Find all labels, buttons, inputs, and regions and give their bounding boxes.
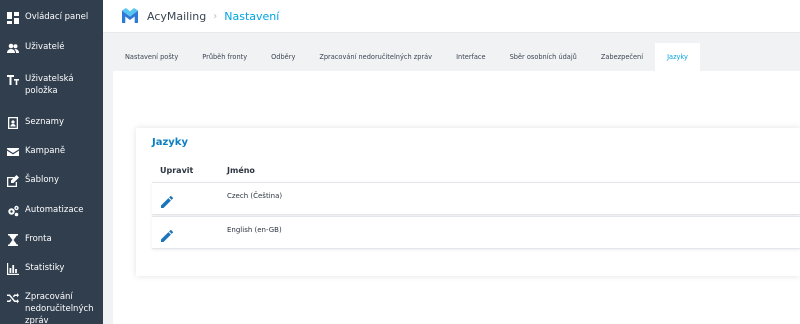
column-header-edit: Upravit [160, 166, 194, 175]
languages-card: Jazyky Upravit Jméno Czech (Čeština) Eng… [136, 128, 800, 276]
text-field-icon [6, 73, 19, 86]
top-header: AcyMailing › Nastavení [103, 0, 800, 33]
sidebar-item-lists[interactable]: Seznamy [0, 116, 103, 129]
table-row: English (en-GB) [152, 216, 800, 249]
sidebar-item-queue[interactable]: Fronta [0, 233, 103, 246]
sidebar-item-label: Kampaně [25, 146, 66, 156]
sidebar-item-custom-fields[interactable]: Uživatelská položka [0, 73, 103, 97]
sidebar-item-bounce-handling[interactable]: Zpracování nedoručitelných zpráv [0, 291, 103, 324]
column-header-name: Jméno [227, 166, 255, 175]
tab-mail-settings[interactable]: Nastavení pošty [113, 43, 190, 71]
tab-interface[interactable]: Interface [444, 43, 498, 71]
shuffle-icon [6, 291, 19, 304]
card-title: Jazyky [152, 137, 188, 148]
main-content: Jazyky Upravit Jméno Czech (Čeština) Eng… [113, 71, 800, 324]
sidebar-item-automation[interactable]: Automatizace [0, 204, 103, 217]
language-name: English (en-GB) [227, 226, 282, 234]
sidebar-item-label: Automatizace [25, 205, 84, 215]
pencil-icon[interactable] [161, 193, 174, 208]
settings-tabs: Nastavení pošty Průběh fronty Odběry Zpr… [113, 43, 800, 71]
tab-queue-process[interactable]: Průběh fronty [190, 43, 259, 71]
sidebar-item-label: Uživatelé [25, 42, 65, 52]
sidebar-item-label: Statistiky [25, 263, 65, 273]
tab-bounce-handling[interactable]: Zpracování nedoručitelných zpráv [307, 43, 444, 71]
dashboard-icon [6, 11, 19, 24]
sidebar-item-templates[interactable]: Šablony [0, 174, 103, 187]
bar-chart-icon [6, 262, 19, 275]
address-book-icon [6, 116, 19, 129]
tab-subscription[interactable]: Odběry [259, 43, 307, 71]
sidebar: Ovládací panel Uživatelé Uživatelská pol… [0, 0, 103, 324]
breadcrumb-current[interactable]: Nastavení [224, 10, 279, 23]
tab-security[interactable]: Zabezpečení [589, 43, 655, 71]
sidebar-item-label: Ovládací panel [25, 12, 89, 22]
sidebar-item-statistics[interactable]: Statistiky [0, 262, 103, 275]
sidebar-item-label: Šablony [25, 175, 59, 185]
hourglass-icon [6, 233, 19, 246]
sidebar-item-dashboard[interactable]: Ovládací panel [0, 11, 103, 24]
brand-name: AcyMailing [147, 9, 207, 23]
sidebar-item-label: Fronta [25, 234, 52, 244]
sidebar-item-label: Seznamy [25, 117, 64, 127]
cogs-icon [6, 204, 19, 217]
sidebar-item-campaigns[interactable]: Kampaně [0, 145, 103, 158]
pencil-icon[interactable] [161, 227, 174, 242]
users-icon [6, 41, 19, 54]
sidebar-item-users[interactable]: Uživatelé [0, 41, 103, 54]
language-name: Czech (Čeština) [227, 192, 283, 200]
envelope-icon [6, 145, 19, 158]
tab-data-collection[interactable]: Sběr osobních údajů [498, 43, 589, 71]
tab-languages[interactable]: Jazyky [655, 43, 700, 71]
acymailing-logo [122, 8, 138, 23]
sidebar-item-label: Uživatelská položka [25, 74, 74, 96]
table-row: Czech (Čeština) [152, 182, 800, 215]
breadcrumb-separator: › [213, 10, 218, 22]
edit-icon [6, 174, 19, 187]
sidebar-item-label: Zpracování nedoručitelných zpráv [25, 292, 94, 324]
